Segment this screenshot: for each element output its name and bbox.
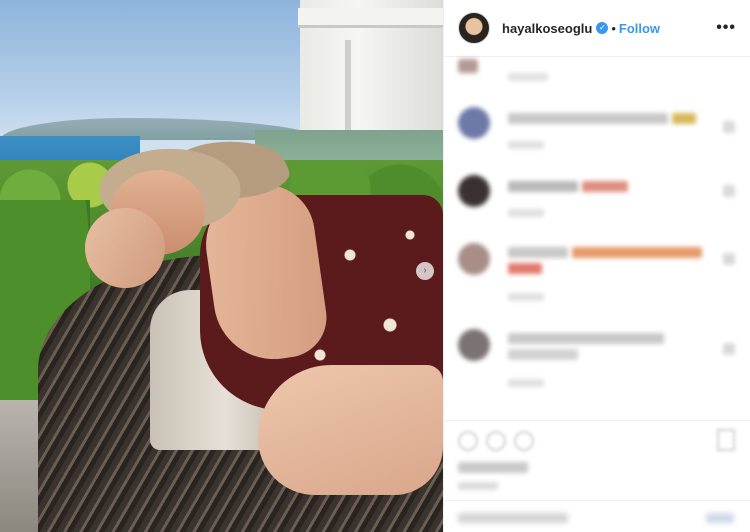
comment-avatar (458, 329, 490, 361)
comment-icon[interactable] (486, 431, 506, 451)
share-icon[interactable] (514, 431, 534, 451)
comment-meta (508, 73, 548, 81)
verified-badge-icon: ✓ (596, 22, 609, 34)
comment-emoji (672, 113, 696, 124)
comment-text (508, 247, 568, 258)
post-comment-button[interactable] (706, 513, 734, 523)
comment-emoji (572, 247, 702, 258)
comment-text-2 (508, 349, 578, 360)
post-header: hayalkoseoglu ✓ • Follow ••• (444, 0, 750, 57)
follow-button[interactable]: Follow (619, 21, 660, 36)
comment-text (508, 181, 578, 192)
comment-text (508, 333, 664, 344)
comment-heart-icon[interactable] (723, 121, 735, 133)
comment-input[interactable] (458, 513, 568, 523)
post-date (458, 482, 498, 490)
header-separator: • (611, 20, 616, 36)
carousel-next-icon[interactable]: › (416, 262, 434, 280)
photo-building-window (345, 40, 351, 130)
like-icon[interactable] (458, 431, 478, 451)
add-comment-bar (444, 500, 750, 532)
photo-leg (258, 365, 443, 495)
photo-forearm (85, 208, 165, 288)
instagram-post: › hayalkoseoglu ✓ • Follow ••• (0, 0, 750, 532)
comment-avatar (458, 175, 490, 207)
more-options-icon[interactable]: ••• (716, 19, 736, 37)
post-side-panel: hayalkoseoglu ✓ • Follow ••• (443, 0, 750, 532)
photo-building-roof (298, 8, 443, 28)
comment-heart-icon[interactable] (723, 185, 735, 197)
comment-heart-icon[interactable] (723, 253, 735, 265)
likes-count-line (458, 462, 528, 473)
comment-meta (508, 293, 544, 301)
comment-meta (508, 209, 544, 217)
comment-text (508, 113, 668, 124)
comment-avatar (458, 107, 490, 139)
post-actions (444, 420, 750, 460)
comment-heart-icon[interactable] (723, 343, 735, 355)
post-photo[interactable]: › (0, 0, 443, 532)
comment-meta (508, 141, 544, 149)
comment-emoji-2 (508, 263, 542, 274)
comment-meta (508, 379, 544, 387)
bookmark-icon[interactable] (717, 429, 735, 451)
comments-list (444, 57, 750, 417)
comment-avatar (458, 243, 490, 275)
comment-emoji (582, 181, 628, 192)
comment-avatar (458, 59, 478, 73)
username-link[interactable]: hayalkoseoglu (502, 21, 592, 36)
avatar[interactable] (458, 12, 490, 44)
